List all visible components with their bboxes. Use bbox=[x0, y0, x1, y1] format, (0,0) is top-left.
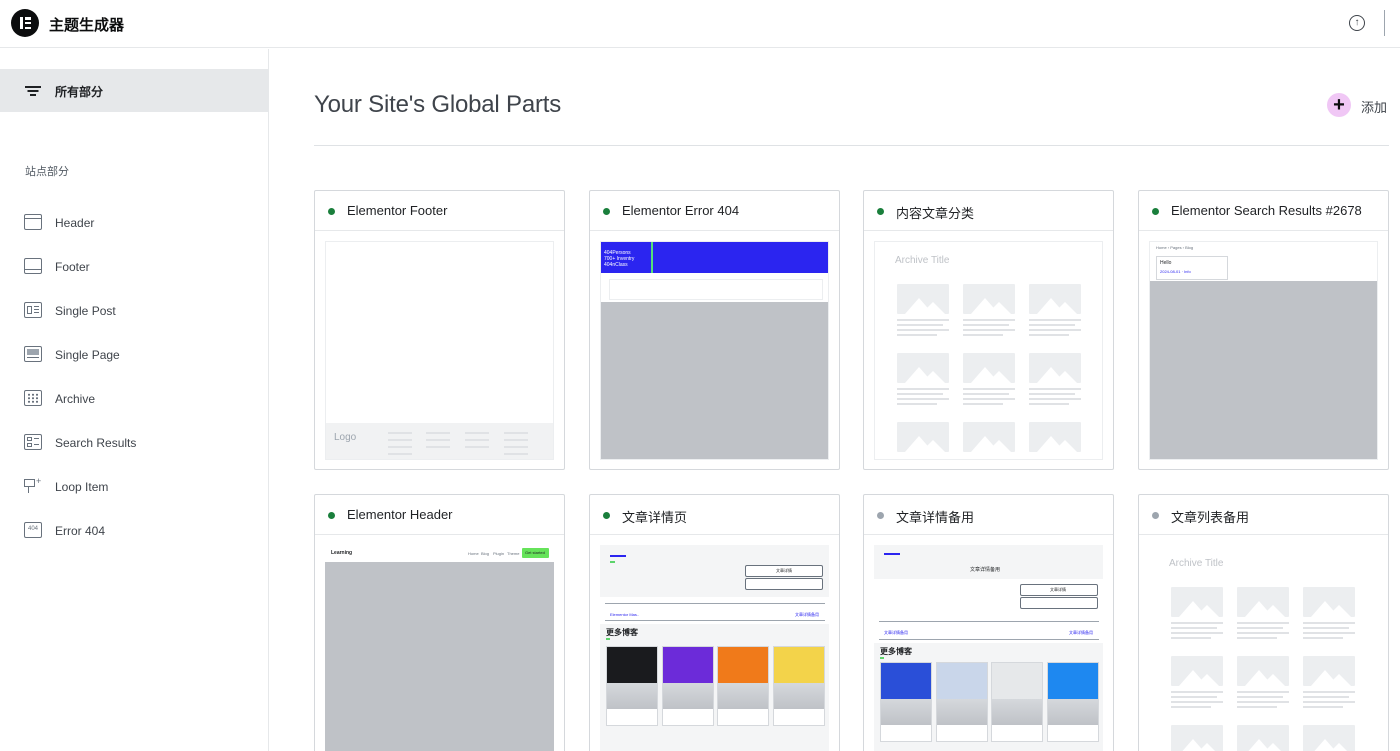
status-dot bbox=[328, 208, 335, 215]
sidebar-item-archive[interactable]: Archive bbox=[0, 381, 268, 417]
template-card[interactable]: 文章列表备用 Archive Title bbox=[1138, 494, 1389, 751]
card-header: Elementor Header bbox=[315, 495, 564, 535]
sidebar-item-single-post[interactable]: Single Post bbox=[0, 293, 268, 329]
card-title[interactable]: Elementor Header bbox=[347, 507, 453, 522]
search-results-icon bbox=[24, 434, 42, 450]
status-dot bbox=[877, 512, 884, 519]
card-header: 内容文章分类 bbox=[864, 191, 1113, 231]
sidebar-item-label: Error 404 bbox=[55, 524, 106, 538]
loop-item-icon: + bbox=[24, 476, 42, 494]
elementor-logo-icon bbox=[11, 9, 39, 37]
blog-thumbnail bbox=[773, 646, 825, 726]
card-preview[interactable]: Archive Title bbox=[874, 241, 1103, 460]
blog-thumbnail bbox=[880, 662, 932, 742]
card-header: 文章详情备用 bbox=[864, 495, 1113, 535]
archive-icon bbox=[24, 390, 42, 406]
error-404-icon: 404 bbox=[24, 522, 42, 538]
card-preview[interactable]: 文章详情备用 文章详情 文章详情备用 文章详情备用 更多博客 bbox=[874, 545, 1103, 751]
status-dot bbox=[603, 208, 610, 215]
blog-thumbnail bbox=[936, 662, 988, 742]
sidebar-item-label: 所有部分 bbox=[55, 85, 104, 99]
help-icon[interactable]: ↑ bbox=[1349, 15, 1365, 31]
footer-icon bbox=[24, 258, 42, 274]
preview-archive-title: Archive Title bbox=[895, 255, 950, 266]
sidebar-item-label: Footer bbox=[55, 260, 90, 274]
status-dot bbox=[877, 208, 884, 215]
sidebar-item-error-404[interactable]: 404 Error 404 bbox=[0, 513, 268, 549]
sidebar-item-footer[interactable]: Footer bbox=[0, 249, 268, 285]
card-header: 文章详情页 bbox=[590, 495, 839, 535]
card-title[interactable]: 文章详情页 bbox=[622, 507, 687, 526]
template-card[interactable]: Elementor Header Learning Home Blog Plug… bbox=[314, 494, 565, 751]
sidebar-item-label: Archive bbox=[55, 392, 96, 406]
status-dot bbox=[328, 512, 335, 519]
main-content: Your Site's Global Parts + 添加 Elementor … bbox=[270, 49, 1400, 751]
card-preview[interactable]: Learning Home Blog Plugin Theme Get star… bbox=[325, 545, 554, 751]
template-card[interactable]: Elementor Search Results #2678 Home › Pa… bbox=[1138, 190, 1389, 470]
top-separator bbox=[1384, 10, 1385, 36]
template-card[interactable]: 文章详情备用 文章详情备用 文章详情 文章详情备用 文章详情备用 更多博客 bbox=[863, 494, 1114, 751]
card-title[interactable]: Elementor Error 404 bbox=[622, 203, 739, 218]
preview-archive-title: Archive Title bbox=[1169, 558, 1224, 569]
template-card[interactable]: 文章详情页 文章详情 Elementor Mas.. 文章详情备用 更多博客 bbox=[589, 494, 840, 751]
sidebar-item-search-results[interactable]: Search Results bbox=[0, 425, 268, 461]
sidebar-item-all-parts[interactable]: 所有部分 bbox=[0, 69, 268, 112]
card-header: Elementor Footer bbox=[315, 191, 564, 231]
card-title[interactable]: Elementor Footer bbox=[347, 203, 447, 218]
blog-thumbnail bbox=[662, 646, 714, 726]
card-title[interactable]: 文章列表备用 bbox=[1171, 507, 1249, 526]
sidebar-item-label: Single Page bbox=[55, 348, 120, 362]
card-preview[interactable]: 文章详情 Elementor Mas.. 文章详情备用 更多博客 bbox=[600, 545, 829, 751]
template-card[interactable]: Elementor Error 404 404Persons 700+ Inve… bbox=[589, 190, 840, 470]
sidebar-item-header[interactable]: Header bbox=[0, 205, 268, 241]
title-divider bbox=[314, 145, 1389, 146]
filter-icon bbox=[25, 85, 41, 97]
app-title: 主题生成器 bbox=[49, 17, 125, 34]
card-header: 文章列表备用 bbox=[1139, 495, 1388, 535]
single-post-icon bbox=[24, 302, 42, 318]
top-bar: 主题生成器 ↑ bbox=[0, 0, 1400, 48]
sidebar-item-label: Loop Item bbox=[55, 480, 109, 494]
sidebar-item-single-page[interactable]: Single Page bbox=[0, 337, 268, 373]
card-preview[interactable]: Archive Title bbox=[1149, 545, 1378, 751]
blog-thumbnail bbox=[991, 662, 1043, 742]
card-preview[interactable]: Logo bbox=[325, 241, 554, 460]
status-dot bbox=[1152, 512, 1159, 519]
preview-logo-text: Logo bbox=[334, 432, 357, 443]
blog-thumbnail bbox=[606, 646, 658, 726]
add-icon[interactable]: + bbox=[1327, 93, 1351, 117]
sidebar-item-label: Header bbox=[55, 216, 95, 230]
card-preview[interactable]: 404Persons 700+ Inventry 404nClass bbox=[600, 241, 829, 460]
sidebar-item-label: Search Results bbox=[55, 436, 137, 450]
status-dot bbox=[1152, 208, 1159, 215]
header-icon bbox=[24, 214, 42, 230]
add-button-label[interactable]: 添加 bbox=[1361, 97, 1387, 116]
card-title[interactable]: Elementor Search Results #2678 bbox=[1171, 203, 1362, 218]
card-preview[interactable]: Home › Pages › Blog Hello 2024-08-01 · I… bbox=[1149, 241, 1378, 460]
single-page-icon bbox=[24, 346, 42, 362]
card-header: Elementor Search Results #2678 bbox=[1139, 191, 1388, 231]
card-header: Elementor Error 404 bbox=[590, 191, 839, 231]
status-dot bbox=[603, 512, 610, 519]
sidebar-section-title: 站点部分 bbox=[25, 166, 69, 178]
template-card[interactable]: 内容文章分类 Archive Title bbox=[863, 190, 1114, 470]
blog-thumbnail bbox=[717, 646, 769, 726]
sidebar-item-loop-item[interactable]: + Loop Item bbox=[0, 469, 268, 505]
page-title: Your Site's Global Parts bbox=[314, 91, 562, 118]
template-card[interactable]: Elementor Footer Logo bbox=[314, 190, 565, 470]
sidebar: 所有部分 站点部分 Header Footer Single Post Sing… bbox=[0, 49, 269, 751]
card-title[interactable]: 文章详情备用 bbox=[896, 507, 974, 526]
sidebar-item-label: Single Post bbox=[55, 304, 116, 318]
card-title[interactable]: 内容文章分类 bbox=[896, 203, 974, 222]
blog-thumbnail bbox=[1047, 662, 1099, 742]
